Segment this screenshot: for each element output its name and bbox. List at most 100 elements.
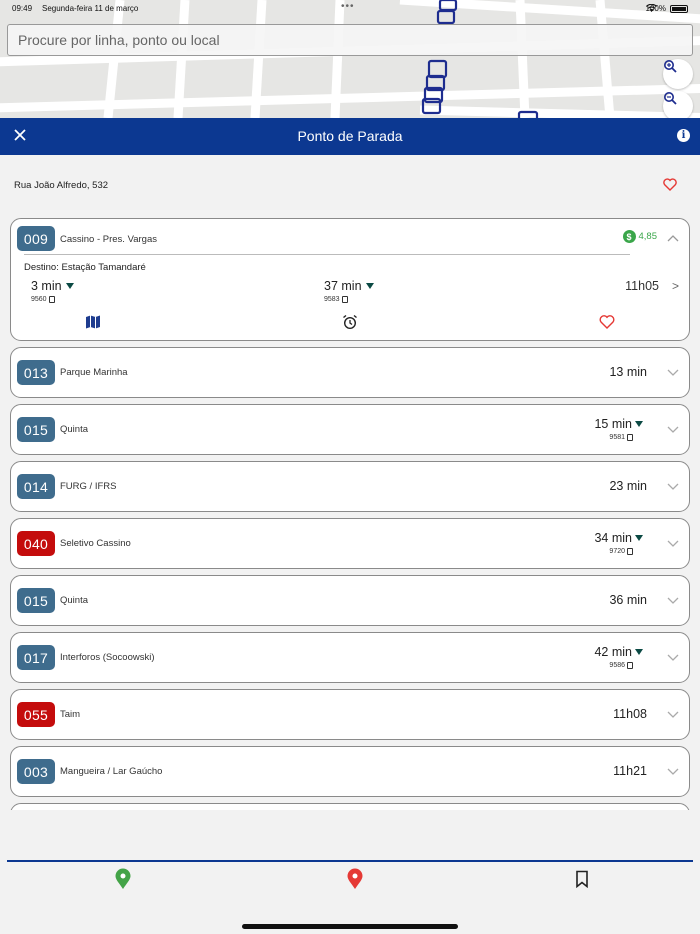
route-card[interactable]: 003 Mangueira / Lar Gaúcho 11h21 [10,746,690,797]
bus-icon [627,548,633,555]
arrival-time: 3 min [31,279,62,293]
search-input[interactable] [8,25,692,55]
map-view[interactable]: 09:49 Segunda-feira 11 de março ••• 100% [0,0,700,118]
chevron-down-icon[interactable] [667,654,679,662]
wifi-icon [645,4,657,12]
route-card-partial[interactable] [10,803,690,810]
next-scheduled-time[interactable]: 11h05 [625,279,659,293]
vehicle-number: 9581 [609,434,633,441]
route-name: Interforos (Socoowski) [60,652,155,663]
status-time: 09:49 [12,4,33,13]
tab-saved[interactable] [571,867,593,891]
chevron-up-icon[interactable] [667,234,679,242]
zoom-in-icon [664,60,677,73]
route-name: Quinta [60,424,88,435]
zoom-in-button[interactable] [663,59,693,89]
route-name: Quinta [60,595,88,606]
route-number-badge: 013 [17,360,55,385]
status-bar: 09:49 Segunda-feira 11 de março ••• 100% [0,0,700,18]
route-eta: 13 min [609,365,647,379]
stop-header: Ponto de Parada i [0,118,700,155]
route-number-badge: 014 [17,474,55,499]
dollar-icon: $ [622,230,636,243]
route-card[interactable]: 014 FURG / IFRS 23 min [10,461,690,512]
page-title: Ponto de Parada [297,128,403,144]
heart-icon[interactable] [599,314,615,330]
tab-stops[interactable] [344,867,366,891]
bookmark-icon [576,870,588,888]
heart-icon [663,178,677,191]
destination-label: Destino: Estação Tamandaré [24,262,146,273]
route-card[interactable]: 017 Interforos (Socoowski) 42 min 9586 [10,632,690,683]
stop-content[interactable]: Rua João Alfredo, 532 009 Cassino - Pres… [0,155,700,810]
vehicle-number-2: 9583 [324,296,348,303]
status-date: Segunda-feira 11 de março [42,4,139,13]
route-name: Mangueira / Lar Gaúcho [60,766,163,777]
chevron-down-icon[interactable] [667,768,679,776]
chevron-down-icon[interactable] [667,540,679,548]
route-card[interactable]: 055 Taim 11h08 [10,689,690,740]
eta-value: 15 min [594,417,632,431]
realtime-signal-icon [365,283,374,289]
bus-icon [48,296,55,303]
zoom-out-icon [664,92,677,105]
realtime-signal-icon [635,535,643,541]
zoom-out-button[interactable] [663,91,693,118]
route-name: Parque Marinha [60,367,128,378]
bus-icon [341,296,348,303]
bottom-tab-bar [0,810,700,934]
info-icon[interactable]: i [677,129,690,142]
vehicle-id: 9583 [324,296,340,303]
route-name: Taim [60,709,81,720]
arrival-time: 37 min [324,279,362,293]
chevron-down-icon[interactable] [667,483,679,491]
eta-value: 42 min [594,645,632,659]
route-name: Cassino - Pres. Vargas [60,234,157,245]
divider [24,254,630,255]
map-pin-red-icon [347,868,363,889]
route-eta: 11h08 [613,707,647,721]
battery-icon [670,4,688,13]
bus-icon [627,662,633,669]
route-number-badge: 015 [17,417,55,442]
route-eta: 42 min [594,645,643,659]
route-eta: 23 min [609,479,647,493]
route-name: Seletivo Cassino [60,538,131,549]
route-number-badge: 040 [17,531,55,556]
chevron-down-icon[interactable] [667,597,679,605]
vehicle-number: 9720 [609,548,633,555]
chevron-down-icon[interactable] [667,426,679,434]
chevron-down-icon[interactable] [667,711,679,719]
realtime-signal-icon [65,283,74,289]
vehicle-id: 9581 [609,434,625,441]
map-icon[interactable] [85,314,101,330]
route-card[interactable]: 013 Parque Marinha 13 min [10,347,690,398]
vehicle-number: 9586 [609,662,633,669]
chevron-right-icon[interactable]: > [672,279,679,293]
vehicle-number-1: 9560 [31,296,55,303]
realtime-signal-icon [635,421,643,427]
tab-nearby[interactable] [112,867,134,891]
stop-address: Rua João Alfredo, 532 [14,180,109,191]
vehicle-id: 9560 [31,296,47,303]
search-bar[interactable] [7,24,693,56]
favorite-stop-button[interactable] [663,178,677,196]
arrival-eta-1: 3 min [31,279,74,293]
chevron-down-icon[interactable] [667,369,679,377]
route-card[interactable]: 015 Quinta 36 min [10,575,690,626]
alarm-clock-icon[interactable] [342,314,358,330]
route-card[interactable]: 015 Quinta 15 min 9581 [10,404,690,455]
eta-value: 34 min [594,531,632,545]
route-card-expanded[interactable]: 009 Cassino - Pres. Vargas $ 4,85 Destin… [10,218,690,341]
route-eta: 15 min [594,417,643,431]
tab-indicator-line [7,860,693,862]
route-card[interactable]: 040 Seletivo Cassino 34 min 9720 [10,518,690,569]
map-pin-green-icon [115,868,131,889]
multitask-dots-icon[interactable]: ••• [341,1,355,12]
route-eta: 34 min [594,531,643,545]
fare-value: 4,85 [638,231,658,242]
vehicle-id: 9720 [609,548,625,555]
arrival-eta-2: 37 min [324,279,374,293]
bus-icon [627,434,633,441]
status-right: 100% [645,4,688,13]
